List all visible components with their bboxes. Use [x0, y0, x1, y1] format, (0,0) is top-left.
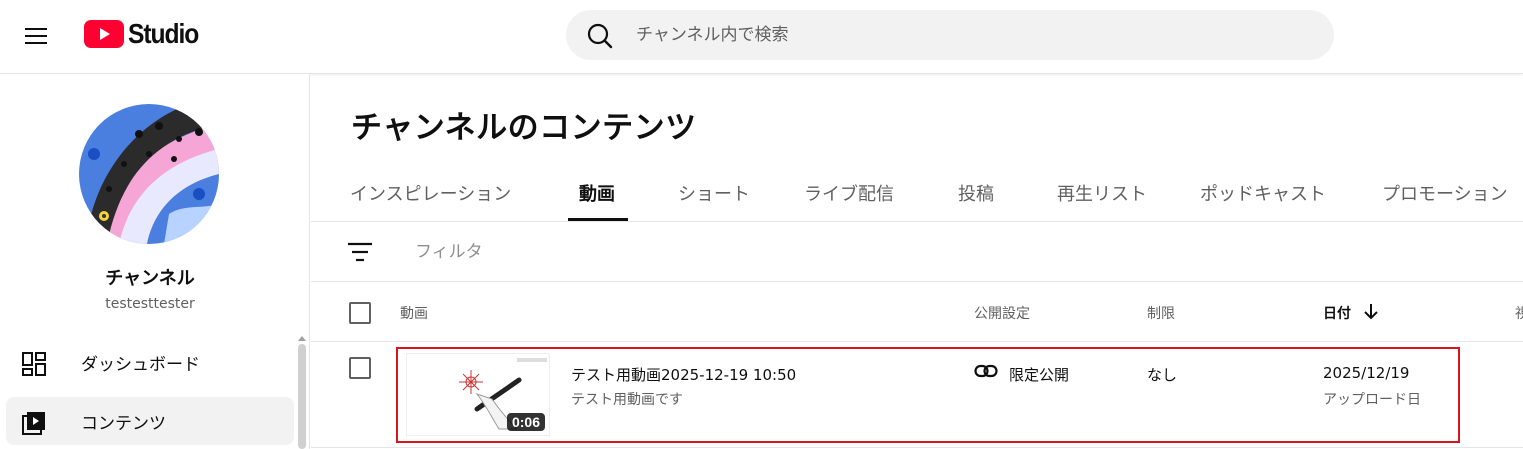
column-header-views[interactable]: 視: [1515, 303, 1523, 323]
tab-podcasts[interactable]: ポッドキャスト: [1200, 180, 1326, 206]
search-icon[interactable]: [586, 22, 614, 50]
video-thumbnail[interactable]: 0:06: [406, 353, 550, 436]
dashboard-icon: [22, 352, 46, 376]
table-row[interactable]: 0:06 テスト用動画2025-12-19 10:50 テスト用動画です 限定公…: [311, 342, 1523, 448]
select-all-checkbox[interactable]: [349, 302, 371, 324]
top-bar: Studio: [0, 0, 1523, 74]
active-tab-indicator: [568, 218, 628, 221]
sidebar-item-dashboard[interactable]: ダッシュボード: [6, 338, 294, 386]
tab-bar: インスピレーション 動画 ショート ライブ配信 投稿 再生リスト ポッドキャスト…: [311, 162, 1523, 222]
sidebar-item-content[interactable]: コンテンツ: [6, 397, 294, 445]
link-icon: [974, 364, 998, 378]
tab-posts[interactable]: 投稿: [958, 180, 994, 206]
row-checkbox[interactable]: [349, 357, 371, 379]
tab-promotions[interactable]: プロモーション: [1382, 180, 1508, 206]
main-content: チャンネルのコンテンツ インスピレーション 動画 ショート ライブ配信 投稿 再…: [311, 74, 1523, 449]
logo-text: Studio: [128, 18, 199, 49]
date-type: アップロード日: [1323, 392, 1421, 408]
tab-videos[interactable]: 動画: [579, 180, 615, 206]
column-header-visibility[interactable]: 公開設定: [974, 303, 1030, 323]
video-description: テスト用動画です: [571, 392, 683, 408]
filter-icon[interactable]: [347, 240, 373, 264]
video-title[interactable]: テスト用動画2025-12-19 10:50: [571, 364, 796, 385]
column-header-date[interactable]: 日付: [1323, 303, 1351, 323]
visibility-value[interactable]: 限定公開: [1009, 364, 1069, 385]
sidebar-scrollbar[interactable]: [298, 336, 306, 449]
highlight-box: [396, 347, 1460, 443]
search-input[interactable]: [636, 10, 1296, 60]
studio-logo[interactable]: Studio: [84, 18, 208, 49]
filter-bar: [311, 222, 1523, 282]
channel-name: チャンネル: [105, 268, 195, 289]
video-duration: 0:06: [506, 413, 545, 431]
tab-shorts[interactable]: ショート: [678, 180, 750, 206]
date-value: 2025/12/19: [1323, 364, 1410, 382]
scroll-up-arrow-icon[interactable]: [298, 336, 306, 341]
channel-handle: testesttester: [105, 296, 195, 312]
table-header: 動画 公開設定 制限 日付 視: [311, 282, 1523, 342]
sidebar-item-label: ダッシュボード: [81, 354, 200, 375]
sort-descending-icon[interactable]: [1363, 302, 1379, 320]
filter-input[interactable]: [415, 236, 815, 268]
menu-icon[interactable]: [18, 20, 56, 52]
restrictions-value: なし: [1147, 366, 1178, 384]
page-title: チャンネルのコンテンツ: [351, 110, 697, 146]
youtube-play-icon: [84, 20, 124, 48]
scroll-thumb[interactable]: [298, 344, 306, 449]
search-bar: [566, 10, 1334, 60]
tab-playlists[interactable]: 再生リスト: [1057, 180, 1147, 206]
column-header-restrictions[interactable]: 制限: [1147, 303, 1175, 323]
sidebar-item-label: コンテンツ: [81, 413, 166, 434]
tab-inspiration[interactable]: インスピレーション: [350, 180, 511, 206]
content-icon: [22, 412, 45, 435]
tab-live[interactable]: ライブ配信: [804, 180, 894, 206]
avatar[interactable]: [79, 104, 219, 244]
column-header-video: 動画: [400, 306, 428, 322]
sidebar: チャンネル testesttester ダッシュボード コンテンツ: [0, 74, 310, 449]
